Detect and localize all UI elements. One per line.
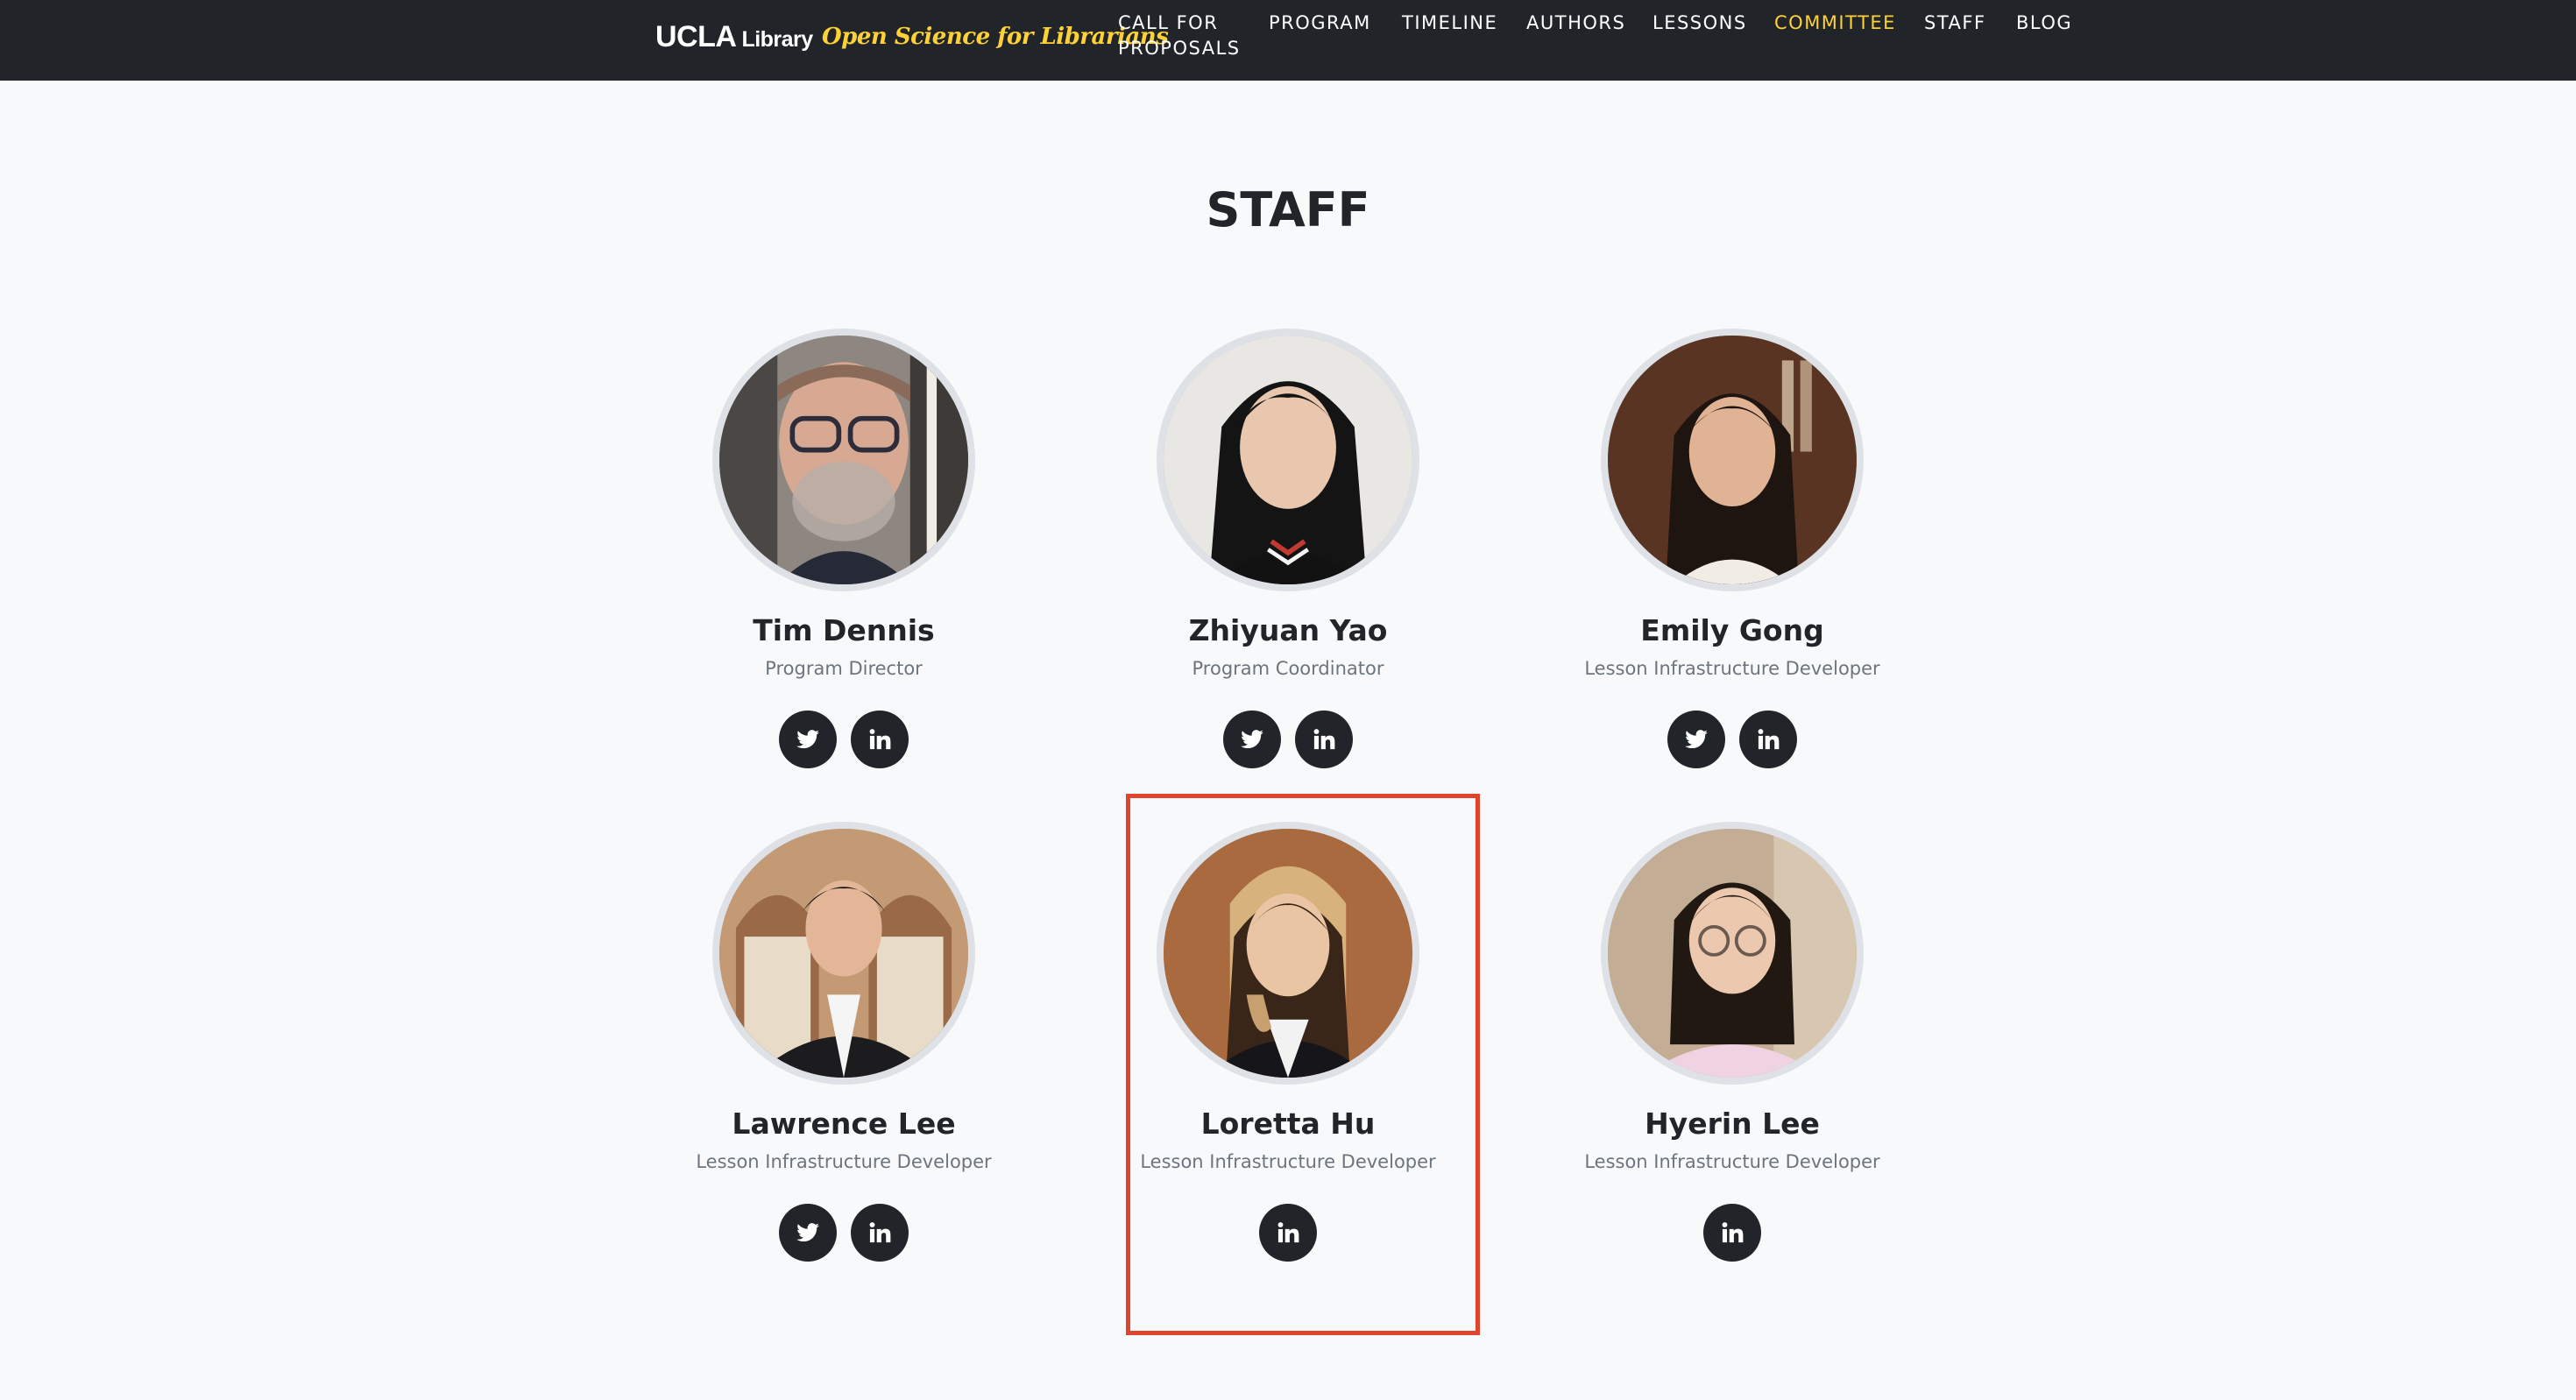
staff-role: Lesson Infrastructure Developer bbox=[1584, 658, 1880, 679]
nav-lessons[interactable]: LESSONS bbox=[1652, 11, 1747, 36]
site-tagline-link[interactable]: Open Science for Librarians bbox=[822, 19, 1169, 54]
social-links bbox=[1122, 711, 1454, 770]
twitter-button[interactable] bbox=[779, 711, 837, 768]
top-navbar: UCLA Library Open Science for Librarians … bbox=[0, 0, 2576, 81]
nav-committee[interactable]: COMMITTEE bbox=[1774, 11, 1896, 36]
nav-authors[interactable]: AUTHORS bbox=[1526, 11, 1625, 36]
twitter-button[interactable] bbox=[1667, 711, 1725, 768]
logo-ucla-text: UCLA bbox=[655, 20, 737, 53]
linkedin-icon bbox=[867, 1220, 892, 1245]
twitter-button[interactable] bbox=[779, 1204, 837, 1262]
linkedin-button[interactable] bbox=[1259, 1204, 1317, 1262]
staff-role: Lesson Infrastructure Developer bbox=[1140, 1151, 1436, 1172]
twitter-icon bbox=[1684, 727, 1709, 752]
nav-call-for-proposals[interactable]: CALL FOR PROPOSALS bbox=[1118, 11, 1258, 61]
linkedin-button[interactable] bbox=[1703, 1204, 1761, 1262]
linkedin-icon bbox=[1312, 727, 1336, 752]
twitter-icon bbox=[1240, 727, 1264, 752]
staff-role: Lesson Infrastructure Developer bbox=[696, 1151, 992, 1172]
staff-name: Emily Gong bbox=[1640, 613, 1824, 647]
nav-program[interactable]: PROGRAM bbox=[1269, 11, 1371, 36]
twitter-icon bbox=[796, 1220, 820, 1245]
staff-name: Hyerin Lee bbox=[1645, 1107, 1820, 1141]
staff-role: Program Coordinator bbox=[1192, 658, 1384, 679]
social-links bbox=[677, 1204, 1010, 1263]
staff-role: Program Director bbox=[765, 658, 923, 679]
linkedin-button[interactable] bbox=[1739, 711, 1797, 768]
staff-name: Loretta Hu bbox=[1200, 1107, 1376, 1141]
social-links bbox=[677, 711, 1010, 770]
linkedin-icon bbox=[1720, 1220, 1744, 1245]
social-links bbox=[1566, 711, 1899, 770]
linkedin-icon bbox=[867, 727, 892, 752]
page-title: STAFF bbox=[1206, 182, 1370, 237]
twitter-button[interactable] bbox=[1223, 711, 1281, 768]
nav-timeline[interactable]: TIMELINE bbox=[1402, 11, 1497, 36]
staff-name: Tim Dennis bbox=[753, 613, 935, 647]
linkedin-button[interactable] bbox=[1295, 711, 1353, 768]
avatar-tim-dennis bbox=[712, 329, 975, 591]
avatar-lawrence-lee bbox=[712, 822, 975, 1085]
logo-library-text: Library bbox=[741, 27, 813, 52]
staff-name: Zhiyuan Yao bbox=[1188, 613, 1388, 647]
linkedin-icon bbox=[1756, 727, 1780, 752]
staff-role: Lesson Infrastructure Developer bbox=[1584, 1151, 1880, 1172]
staff-name: Lawrence Lee bbox=[732, 1107, 956, 1141]
nav-blog[interactable]: BLOG bbox=[2016, 11, 2072, 36]
social-links bbox=[1122, 1204, 1454, 1263]
nav-staff[interactable]: STAFF bbox=[1924, 11, 1986, 36]
avatar-zhiyuan-yao bbox=[1157, 329, 1419, 591]
twitter-icon bbox=[796, 727, 820, 752]
avatar-hyerin-lee bbox=[1601, 822, 1864, 1085]
linkedin-button[interactable] bbox=[851, 1204, 909, 1262]
avatar-emily-gong bbox=[1601, 329, 1864, 591]
avatar-loretta-hu bbox=[1157, 822, 1419, 1085]
linkedin-button[interactable] bbox=[851, 711, 909, 768]
social-links bbox=[1566, 1204, 1899, 1263]
linkedin-icon bbox=[1276, 1220, 1300, 1245]
ucla-library-logo[interactable]: UCLA Library bbox=[655, 19, 813, 57]
